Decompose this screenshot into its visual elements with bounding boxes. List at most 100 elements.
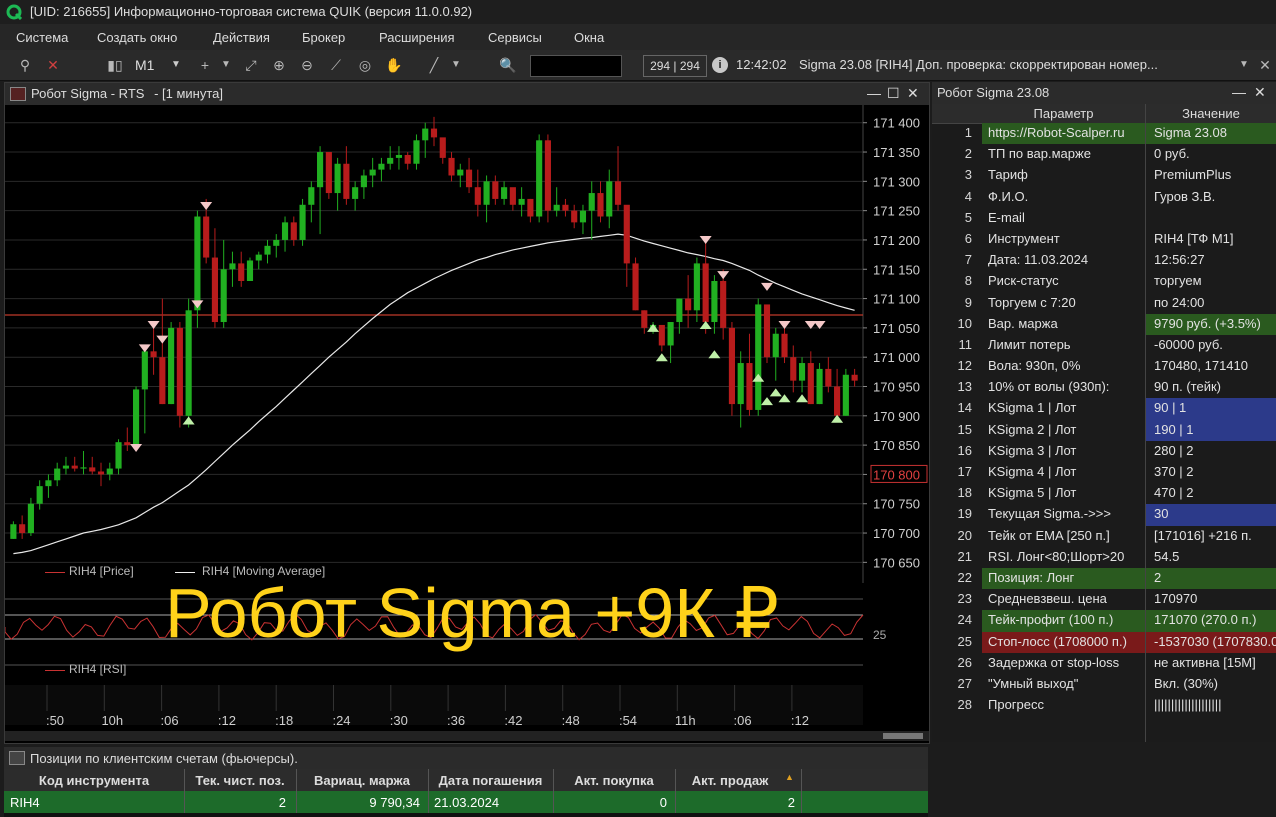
list-item[interactable]: 25 Стоп-лосс (1708000 п.) -1537030 (170783…: [932, 631, 1276, 653]
hand-icon[interactable]: ✋: [384, 55, 404, 75]
list-item[interactable]: 7 Дата: 11.03.2024 12:56:27: [932, 250, 1276, 271]
candle-body: [562, 204, 569, 211]
minimize-icon[interactable]: —: [1232, 84, 1246, 100]
candle-body: [194, 216, 201, 311]
candle-body: [658, 324, 665, 346]
timeframe-value: M1: [135, 57, 155, 73]
menu-system[interactable]: Система: [16, 30, 68, 45]
list-item[interactable]: 27 "Умный выход" Вкл. (30%): [932, 674, 1276, 695]
param-value: 170970: [1154, 591, 1198, 607]
candle-body: [19, 524, 26, 534]
search-icon[interactable]: 🔍: [498, 55, 518, 75]
menu-create-window[interactable]: Создать окно: [97, 30, 177, 45]
search-input[interactable]: [530, 55, 622, 77]
candle-body: [483, 181, 490, 205]
candle-body: [238, 263, 245, 281]
row-number: 3: [964, 167, 972, 183]
col-net-position[interactable]: Тек. чист. поз.: [184, 773, 296, 788]
panel-title: Робот Sigma 23.08: [937, 85, 1050, 100]
candle-body: [711, 280, 718, 323]
sort-up-icon[interactable]: ▲: [785, 772, 794, 782]
zoom-out-icon[interactable]: ⊖: [298, 55, 316, 75]
candle-body: [281, 222, 289, 240]
list-item[interactable]: 18 KSigma 5 | Лот 470 | 2: [932, 483, 1276, 504]
timeframe-select[interactable]: M1 ▼: [133, 55, 185, 75]
chevron-down-icon[interactable]: ▼: [219, 55, 233, 75]
list-item[interactable]: 10 Вар. маржа 9790 руб. (+3.5%): [932, 313, 1276, 335]
ruler-icon[interactable]: ⟋: [326, 55, 346, 75]
col-expiration-date[interactable]: Дата погашения: [428, 773, 553, 788]
minimize-icon[interactable]: —: [867, 85, 881, 101]
panel-titlebar: Робот Sigma 23.08 — ✕: [932, 82, 1276, 104]
param-name: "Умный выход": [988, 675, 1079, 691]
list-item[interactable]: 4 Ф.И.О. Гуров З.В.: [932, 187, 1276, 208]
list-item[interactable]: 9 Торгуем с 7:20 по 24:00: [932, 293, 1276, 314]
close-icon[interactable]: ✕: [1258, 55, 1272, 75]
param-name: KSigma 3 | Лот: [988, 442, 1077, 458]
candle-body: [544, 140, 551, 211]
cell-variation-margin: 9 790,34: [369, 795, 420, 810]
list-item[interactable]: 21 RSI. Лонг<80;Шорт>20 54.5: [932, 547, 1276, 568]
menu-extensions[interactable]: Расширения: [379, 30, 455, 45]
list-item[interactable]: 1 https://Robot-Scalper.ru Sigma 23.08: [932, 123, 1276, 145]
maximize-icon[interactable]: ☐: [887, 85, 900, 102]
horizontal-scrollbar[interactable]: [5, 731, 929, 741]
table-row[interactable]: RIH4 2 9 790,34 21.03.2024 0 2: [4, 791, 928, 813]
robot-panel: Робот Sigma 23.08 — ✕ Параметр Значение …: [932, 82, 1276, 742]
disconnect-icon[interactable]: ✕: [42, 55, 64, 75]
param-value: 30: [1154, 506, 1169, 522]
list-item[interactable]: 24 Тейк-профит (100 п.) 171070 (270.0 п.): [932, 610, 1276, 632]
list-item[interactable]: 16 KSigma 3 | Лот 280 | 2: [932, 441, 1276, 462]
list-item[interactable]: 19 Текущая Sigma.->>> 30: [932, 504, 1276, 526]
menu-services[interactable]: Сервисы: [488, 30, 542, 45]
list-item[interactable]: 17 KSigma 4 | Лот 370 | 2: [932, 462, 1276, 483]
list-item[interactable]: 3 Тариф PremiumPlus: [932, 165, 1276, 186]
col-variation-margin[interactable]: Вариац. маржа: [296, 773, 428, 788]
menu-actions[interactable]: Действия: [213, 30, 270, 45]
param-name: Тариф: [988, 167, 1028, 183]
list-item[interactable]: 5 E-mail: [932, 208, 1276, 229]
candle-body: [124, 442, 131, 446]
list-item[interactable]: 14 KSigma 1 | Лот 90 | 1: [932, 398, 1276, 420]
info-icon[interactable]: i: [712, 57, 728, 73]
list-item[interactable]: 20 Тейк от EMA [250 п.] [171016] +216 п.: [932, 526, 1276, 547]
list-item[interactable]: 23 Средневзвеш. цена 170970: [932, 589, 1276, 610]
list-item[interactable]: 12 Вола: 930п, 0% 170480, 171410: [932, 356, 1276, 377]
close-icon[interactable]: ✕: [907, 85, 919, 102]
list-item[interactable]: 26 Задержка от stop-loss не активна [15M]: [932, 653, 1276, 674]
menu-windows[interactable]: Окна: [574, 30, 604, 45]
target-icon[interactable]: ◎: [355, 55, 375, 75]
close-icon[interactable]: ✕: [1254, 84, 1266, 101]
col-instrument-code[interactable]: Код инструмента: [4, 773, 184, 788]
zoom-in-icon[interactable]: ⊕: [270, 55, 288, 75]
list-item[interactable]: 13 10% от волы (930п): 90 п. (тейк): [932, 377, 1276, 398]
scrollbar-thumb[interactable]: [883, 733, 923, 739]
list-item[interactable]: 15 KSigma 2 | Лот 190 | 1: [932, 419, 1276, 441]
chevron-down-icon[interactable]: ▼: [449, 55, 463, 75]
column-header-value[interactable]: Значение: [1146, 106, 1276, 121]
candle-body: [229, 263, 236, 270]
list-item[interactable]: 11 Лимит потерь -60000 руб.: [932, 335, 1276, 356]
list-item[interactable]: 2 ТП по вар.марже 0 руб.: [932, 144, 1276, 165]
list-item[interactable]: 22 Позиция: Лонг 2: [932, 567, 1276, 590]
line-tool-icon[interactable]: ╱: [424, 55, 444, 75]
chart-candles-icon[interactable]: ▮▯: [104, 55, 126, 75]
candle-body: [299, 204, 306, 240]
candle-body: [168, 327, 175, 405]
chevron-down-icon[interactable]: ▼: [1236, 55, 1252, 75]
list-item[interactable]: 6 Инструмент RIH4 [ТФ M1]: [932, 229, 1276, 250]
connect-icon[interactable]: ⚲: [14, 55, 36, 75]
param-value: Sigma 23.08: [1154, 125, 1227, 140]
row-number: 7: [964, 252, 972, 268]
status-message: Sigma 23.08 [RIH4] Доп. проверка: скорре…: [799, 57, 1158, 72]
row-number: 27: [957, 675, 972, 691]
list-item[interactable]: 8 Риск-статус торгуем: [932, 271, 1276, 292]
fit-screen-icon[interactable]: ⤢: [242, 55, 260, 75]
col-active-buy[interactable]: Акт. покупка: [553, 773, 675, 788]
column-header-parameter[interactable]: Параметр: [982, 106, 1145, 121]
column-separator: [184, 769, 185, 813]
menu-broker[interactable]: Брокер: [302, 30, 345, 45]
list-item[interactable]: 28 Прогресс ||||||||||||||||||||: [932, 695, 1276, 716]
col-active-sell[interactable]: Акт. продаж: [675, 773, 785, 788]
crosshair-icon[interactable]: +: [196, 55, 214, 75]
